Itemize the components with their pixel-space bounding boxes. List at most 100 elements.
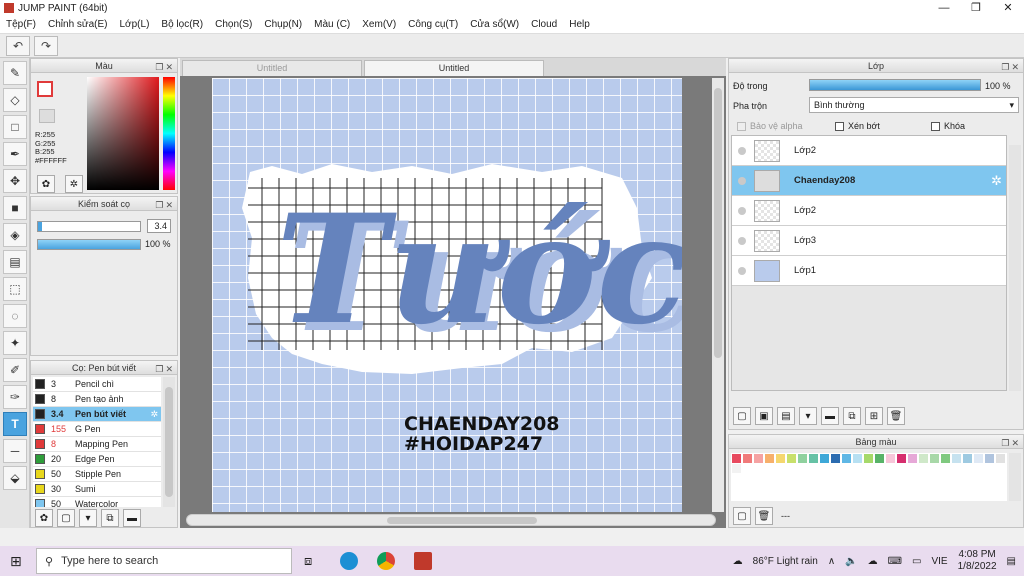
brush-tool-icon[interactable]: ✎ xyxy=(3,61,27,85)
brush-item-selected[interactable]: 3.4 Pen bút viết ✲ xyxy=(33,407,161,422)
visibility-icon[interactable] xyxy=(738,236,746,245)
palette-swatch[interactable] xyxy=(776,454,785,463)
menu-window[interactable]: Cửa sổ(W) xyxy=(464,19,525,30)
menu-view[interactable]: Xem(V) xyxy=(356,19,402,30)
duplicate-layer-icon[interactable]: ⧉ xyxy=(843,407,861,425)
display-icon[interactable]: ▭ xyxy=(912,556,921,567)
palette-swatch[interactable] xyxy=(897,454,906,463)
brush-opacity-slider[interactable] xyxy=(37,239,141,250)
rect-shape-tool-icon[interactable]: □ xyxy=(3,115,27,139)
select-rect-tool-icon[interactable]: ⬚ xyxy=(3,277,27,301)
palette-swatch[interactable] xyxy=(820,454,829,463)
new-layer-icon[interactable]: ▢ xyxy=(733,407,751,425)
gear-icon[interactable]: ✲ xyxy=(150,409,158,420)
palette-swatch[interactable] xyxy=(875,454,884,463)
task-view-icon[interactable]: ⧈ xyxy=(304,553,312,569)
brush-folder-icon[interactable]: ▬ xyxy=(123,509,141,527)
palette-swatch[interactable] xyxy=(941,454,950,463)
panel-close-icon[interactable]: ❐✕ xyxy=(1001,60,1021,74)
palette-swatch[interactable] xyxy=(853,454,862,463)
brush-size-input[interactable]: 3.4 xyxy=(147,219,171,233)
lasso-tool-icon[interactable]: ◌ xyxy=(3,304,27,328)
select-eraser-tool-icon[interactable]: ✑ xyxy=(3,385,27,409)
brush-size-slider[interactable] xyxy=(37,221,141,232)
visibility-icon[interactable] xyxy=(738,176,746,185)
transparent-swatch[interactable] xyxy=(39,109,55,123)
brush-menu-icon[interactable]: ▾ xyxy=(79,509,97,527)
clock[interactable]: 4:08 PM 1/8/2022 xyxy=(958,549,997,573)
text-tool-icon[interactable]: T xyxy=(3,412,27,436)
palette-swatch[interactable] xyxy=(864,454,873,463)
palette-swatch[interactable] xyxy=(787,454,796,463)
magic-wand-tool-icon[interactable]: ✦ xyxy=(3,331,27,355)
panel-close-icon[interactable]: ❐✕ xyxy=(155,60,175,74)
color-settings-icon[interactable]: ✲ xyxy=(65,175,83,193)
menu-tools[interactable]: Công cụ(T) xyxy=(402,19,464,30)
protect-alpha-checkbox[interactable] xyxy=(737,121,746,131)
brush-item[interactable]: 50 Stipple Pen xyxy=(33,467,161,482)
keyboard-icon[interactable]: ⌨ xyxy=(888,556,902,567)
minimize-icon[interactable]: — xyxy=(928,0,960,16)
tab-untitled-2[interactable]: Untitled xyxy=(364,60,544,76)
tab-untitled-1[interactable]: Untitled xyxy=(182,60,362,76)
undo-icon[interactable]: ↶ xyxy=(6,35,30,56)
palette-swatch[interactable] xyxy=(842,454,851,463)
taskbar-search-box[interactable]: ⚲ Type here to search xyxy=(36,548,292,574)
gear-icon[interactable]: ✲ xyxy=(991,173,1002,189)
layer-row[interactable]: Lớp3 xyxy=(732,226,1006,256)
layer-row-selected[interactable]: Chaenday208 ✲ xyxy=(732,166,1006,196)
palette-swatch[interactable] xyxy=(985,454,994,463)
chrome-browser-icon[interactable] xyxy=(377,552,395,570)
bucket-tool-icon[interactable]: ◈ xyxy=(3,223,27,247)
new-raster-layer-icon[interactable]: ▣ xyxy=(755,407,773,425)
palette-swatch[interactable] xyxy=(974,454,983,463)
menu-capture[interactable]: Chụp(N) xyxy=(258,19,308,30)
fill-rect-tool-icon[interactable]: ■ xyxy=(3,196,27,220)
brush-item[interactable]: 155 G Pen xyxy=(33,422,161,437)
panel-close-icon[interactable]: ❐✕ xyxy=(155,198,175,212)
chevron-up-icon[interactable]: ∧ xyxy=(828,556,835,567)
merge-layer-icon[interactable]: ⊞ xyxy=(865,407,883,425)
palette-swatch[interactable] xyxy=(765,454,774,463)
brush-settings-icon[interactable]: ✿ xyxy=(35,509,53,527)
brush-item[interactable]: 3 Pencil chì xyxy=(33,377,161,392)
palette-swatch[interactable] xyxy=(798,454,807,463)
select-pen-tool-icon[interactable]: ✐ xyxy=(3,358,27,382)
palette-swatch[interactable] xyxy=(886,454,895,463)
redo-icon[interactable]: ↷ xyxy=(34,35,58,56)
clipping-checkbox[interactable] xyxy=(835,121,844,131)
layer-list-scrollbar[interactable] xyxy=(1009,145,1021,391)
canvas-horizontal-scrollbar[interactable] xyxy=(186,514,716,526)
foreground-color-swatch[interactable] xyxy=(37,81,53,97)
palette-swatch[interactable] xyxy=(732,454,741,463)
delete-swatch-icon[interactable]: 🗑 xyxy=(755,507,773,525)
jump-paint-taskbar-icon[interactable] xyxy=(414,552,432,570)
move-tool-icon[interactable]: ✥ xyxy=(3,169,27,193)
menu-edit[interactable]: Chỉnh sửa(E) xyxy=(42,19,114,30)
close-icon[interactable]: ✕ xyxy=(992,0,1024,16)
edge-browser-icon[interactable] xyxy=(340,552,358,570)
layer-row[interactable]: Lớp2 xyxy=(732,136,1006,166)
pen-tool-icon[interactable]: ✒ xyxy=(3,142,27,166)
layer-row[interactable]: Lớp1 xyxy=(732,256,1006,286)
canvas-vertical-scrollbar[interactable] xyxy=(712,78,724,512)
lock-checkbox[interactable] xyxy=(931,121,940,131)
speaker-icon[interactable]: 🔈 xyxy=(845,556,857,567)
visibility-icon[interactable] xyxy=(738,206,746,215)
layer-menu-icon[interactable]: ▾ xyxy=(799,407,817,425)
palette-swatch[interactable] xyxy=(754,454,763,463)
layer-folder-icon[interactable]: ▬ xyxy=(821,407,839,425)
color-wheel-icon[interactable]: ✿ xyxy=(37,175,55,193)
palette-swatch[interactable] xyxy=(908,454,917,463)
brush-item[interactable]: 30 Sumi xyxy=(33,482,161,497)
menu-filter[interactable]: Bộ lọc(R) xyxy=(155,19,209,30)
hue-slider[interactable] xyxy=(163,77,175,190)
menu-file[interactable]: Tệp(F) xyxy=(0,19,42,30)
brush-item[interactable]: 50 Watercolor xyxy=(33,497,161,507)
menu-cloud[interactable]: Cloud xyxy=(525,19,563,30)
color-saturation-picker[interactable] xyxy=(87,77,159,190)
palette-swatch[interactable] xyxy=(930,454,939,463)
visibility-icon[interactable] xyxy=(738,146,746,155)
brush-list-scrollbar[interactable] xyxy=(163,377,175,507)
new-brush-icon[interactable]: ▢ xyxy=(57,509,75,527)
